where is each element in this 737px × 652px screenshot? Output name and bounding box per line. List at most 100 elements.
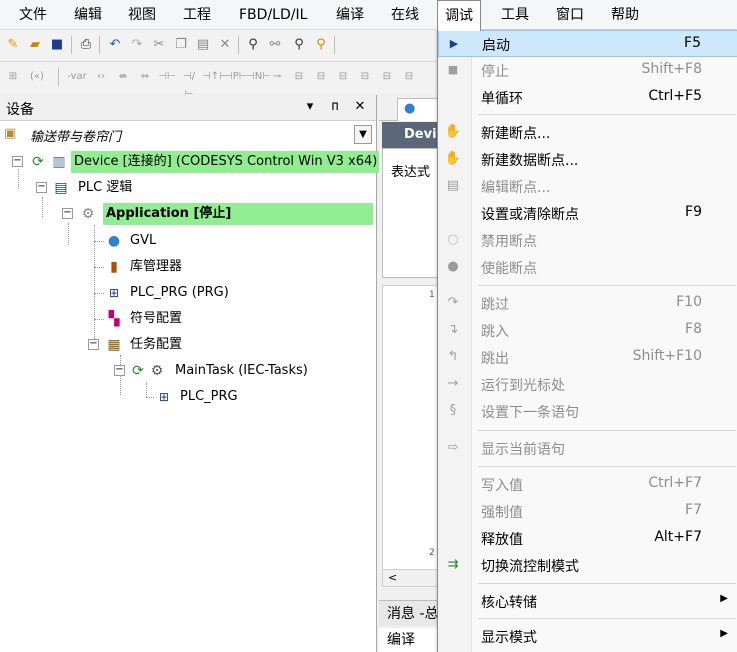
project-icon: ▣ [4,126,17,141]
assignment-icon[interactable]: ⊟ [378,68,396,86]
box-with-en-icon[interactable]: ⊟ [356,68,374,86]
task-icon: ⚙ [150,363,164,379]
panel-dropdown-icon[interactable]: ▾ [302,99,318,114]
menu-window[interactable]: 窗口 [549,0,591,30]
code-view[interactable]: 1 2 [382,285,439,587]
pin-icon[interactable]: ᴨ [327,99,343,114]
coil-icon[interactable]: ⊸ [268,68,286,86]
menu-item-toggle-breakpoint[interactable]: 设置或清除断点 F9 [438,200,737,227]
rising-edge-icon[interactable]: ⊣P⊢ [224,68,247,86]
menu-item-set-next-statement[interactable]: § 设置下一条语句 [438,398,737,425]
menu-item-flow-control[interactable]: ⇉ 切换流控制模式 [438,552,737,579]
print-icon[interactable]: ⎙ [77,36,95,54]
find-next-icon[interactable]: ⚯ [266,36,284,54]
symbol-config-label: 符号配置 [130,311,183,326]
project-breadcrumb[interactable]: ▣ 输送带与卷帘门 ▼ [0,123,373,147]
menu-item-stop[interactable]: ■ 停止 Shift+F8 [438,57,737,84]
menu-item-enable-breakpoint[interactable]: ● 使能断点 [438,254,737,281]
menu-item-step-into[interactable]: ↴ 跳入 F8 [438,317,737,344]
menu-tools[interactable]: 工具 [494,0,536,30]
menu-item-new-breakpoint[interactable]: ✋ 新建断点... [438,119,737,146]
collapse-icon[interactable]: − [62,208,73,219]
collapse-icon[interactable]: − [12,156,23,167]
menu-item-show-current-statement[interactable]: ⇨ 显示当前语句 [438,435,737,462]
find-icon[interactable]: ⚲ [244,36,262,54]
box-icon[interactable]: ⊟ [334,68,352,86]
menu-separator [478,618,736,619]
jump-icon[interactable]: ‹› [92,68,110,86]
return-icon[interactable]: ⇎ [114,68,132,86]
chevron-down-icon[interactable]: ▼ [354,125,372,144]
cut-icon[interactable]: ✂ [150,36,168,54]
menu-item-start[interactable]: ▶ 启动 F5 [438,30,737,57]
tree-item-device[interactable]: − ⟳ ▥ Device [连接的] (CODESYS Control Win … [0,151,381,173]
tree-item-symbol-config[interactable]: ▚ 符号配置 [0,308,373,330]
copy-icon[interactable]: ❐ [172,36,190,54]
tree-item-main-task-prg[interactable]: ⊞ PLC_PRG [0,386,373,408]
menu-project[interactable]: 工程 [176,0,218,30]
menu-item-edit-breakpoint[interactable]: ▤ 编辑断点... [438,173,737,200]
menu-item-display-mode[interactable]: 显示模式 ▶ [438,623,737,650]
menu-item-disable-breakpoint[interactable]: ○ 禁用断点 [438,227,737,254]
menu-view[interactable]: 视图 [121,0,163,30]
menu-item-shortcut: Shift+F8 [641,61,702,77]
menu-item-new-data-breakpoint[interactable]: ✋ 新建数据断点... [438,146,737,173]
step-out-icon: ↰ [447,349,459,364]
menu-debug[interactable]: 调试 [437,0,481,31]
menu-item-step-over[interactable]: ↷ 跳过 F10 [438,290,737,317]
submenu-arrow-icon: ▶ [720,628,728,639]
menu-help[interactable]: 帮助 [604,0,646,30]
negated-contact-icon[interactable]: ⊣/⊢ [180,68,198,100]
falling-edge-icon[interactable]: ⊣N⊢ [246,68,271,86]
network-icon[interactable]: ⊞ [4,68,22,86]
parallel-contact-icon[interactable]: ⊣↑⊢ [202,68,228,86]
save-icon[interactable]: ■ [48,36,66,54]
tree-item-gvl[interactable]: ● GVL [0,230,373,252]
menu-item-step-out[interactable]: ↰ 跳出 Shift+F10 [438,344,737,371]
reset-coil-icon[interactable]: ⊟ [312,68,330,86]
menu-item-single-cycle[interactable]: 单循环 Ctrl+F5 [438,84,737,111]
branch-icon[interactable]: ⊟ [400,68,418,86]
replace-icon[interactable]: ⚲ [290,36,308,54]
menu-build[interactable]: 编译 [329,0,371,30]
collapse-icon[interactable]: − [114,365,125,376]
menu-edit[interactable]: 编辑 [67,0,109,30]
messages-category[interactable]: 编译 [379,628,439,652]
menu-item-core-dump[interactable]: 核心转储 ▶ [438,588,737,615]
tree-item-application[interactable]: − ⚙ Application [停止] [0,203,373,225]
devices-panel: 设备 ▾ ᴨ ✕ ▣ 输送带与卷帘门 ▼ − ⟳ ▥ Device [连接的] … [0,95,381,652]
horizontal-scrollbar[interactable]: < [382,569,439,587]
paste-icon[interactable]: ▤ [194,36,212,54]
new-data-breakpoint-icon: ✋ [444,151,462,166]
new-project-icon[interactable]: ✎ [4,36,22,54]
menu-item-force-values[interactable]: 强制值 F7 [438,498,737,525]
tree-item-main-task[interactable]: − ⟳ ⚙ MainTask (IEC-Tasks) [0,360,373,382]
menu-item-write-values[interactable]: 写入值 Ctrl+F7 [438,471,737,498]
messages-tab[interactable]: 消息 -总 [379,600,439,626]
tree-item-task-config[interactable]: − ▦ 任务配置 [0,334,373,356]
open-project-icon[interactable]: ▰ [26,36,44,54]
close-icon[interactable]: ✕ [352,99,368,114]
find-in-project-icon[interactable]: ⚲ [312,36,330,54]
label-icon[interactable]: ⇔ [136,68,154,86]
menu-item-unforce-values[interactable]: 释放值 Alt+F7 [438,525,737,552]
menu-fbd-ld-il[interactable]: FBD/LD/IL [232,0,314,30]
menu-online[interactable]: 在线 [384,0,426,30]
delete-icon[interactable]: ✕ [216,36,234,54]
device-label: Device [连接的] (CODESYS Control Win V3 x64… [71,151,381,173]
contact-icon[interactable]: ⊣⊢ [158,68,176,86]
tree-item-library-manager[interactable]: ▮ 库管理器 [0,256,373,278]
comment-icon[interactable]: («) [28,68,46,86]
editor-tab[interactable]: ● [397,98,439,121]
redo-icon[interactable]: ↷ [128,36,146,54]
collapse-icon[interactable]: − [88,339,99,350]
menu-file[interactable]: 文件 [12,0,54,30]
set-coil-icon[interactable]: ⊟ [290,68,308,86]
var-box-icon[interactable]: -var [64,68,90,86]
collapse-icon[interactable]: − [36,182,47,193]
undo-icon[interactable]: ↶ [106,36,124,54]
tree-item-plc-logic[interactable]: − ▤ PLC 逻辑 [0,177,373,199]
main-task-label: MainTask (IEC-Tasks) [175,363,308,378]
menu-item-run-to-cursor[interactable]: → 运行到光标处 [438,371,737,398]
tree-item-plc-prg[interactable]: ⊞ PLC_PRG (PRG) [0,282,373,304]
